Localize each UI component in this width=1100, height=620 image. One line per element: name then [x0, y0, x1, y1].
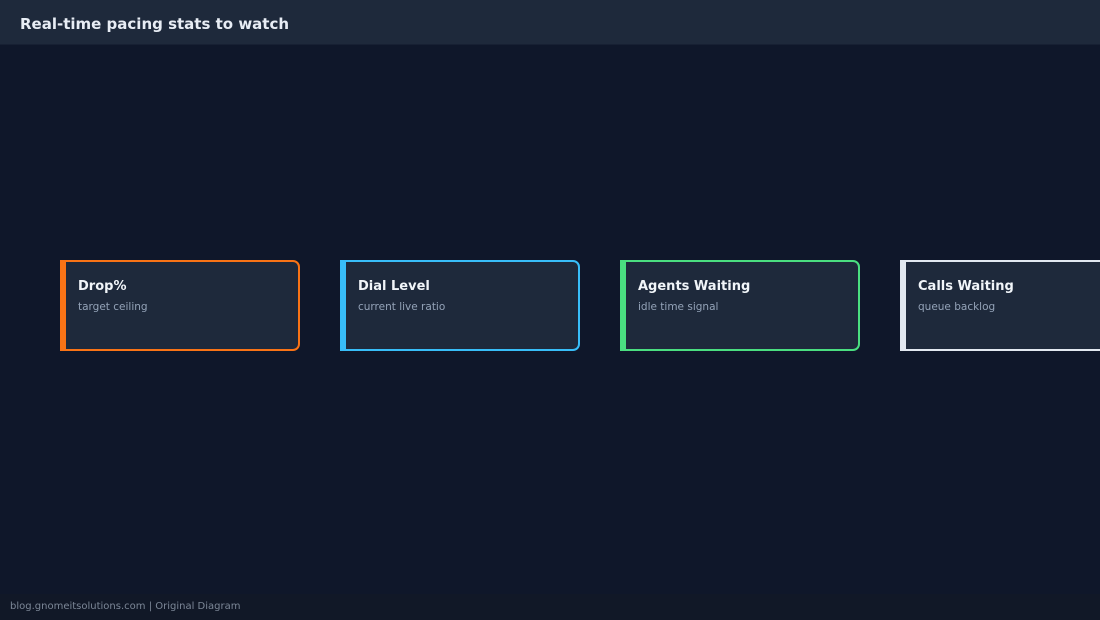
card-drop-percent: Drop% target ceiling: [60, 260, 300, 351]
card-dial-level: Dial Level current live ratio: [340, 260, 580, 351]
card-title: Agents Waiting: [638, 279, 751, 294]
footer-bar: blog.gnomeitsolutions.com | Original Dia…: [0, 594, 1100, 620]
footer-credit: blog.gnomeitsolutions.com | Original Dia…: [10, 601, 241, 612]
header-bar: Real-time pacing stats to watch: [0, 0, 1100, 45]
card-agents-waiting: Agents Waiting idle time signal: [620, 260, 860, 351]
card-subtitle: current live ratio: [358, 301, 446, 313]
page-title: Real-time pacing stats to watch: [20, 15, 290, 33]
card-subtitle: queue backlog: [918, 301, 996, 313]
card-title: Dial Level: [358, 279, 430, 294]
card-title: Drop%: [78, 279, 127, 294]
card-calls-waiting: Calls Waiting queue backlog: [900, 260, 1100, 351]
diagram-canvas: Real-time pacing stats to watch Drop% ta…: [0, 0, 1100, 620]
card-subtitle: target ceiling: [78, 301, 148, 313]
card-subtitle: idle time signal: [638, 301, 719, 313]
card-title: Calls Waiting: [918, 279, 1014, 294]
